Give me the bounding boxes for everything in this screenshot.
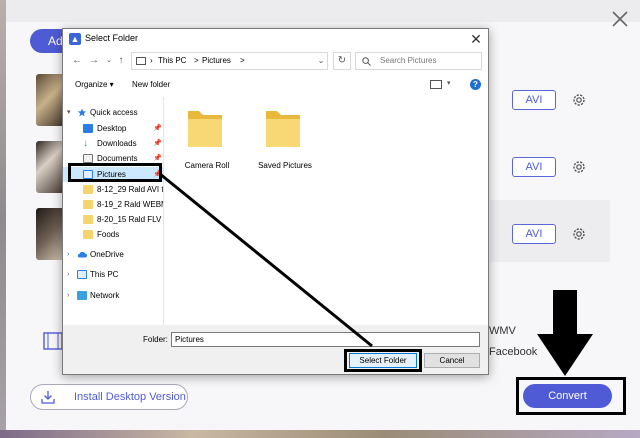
nav-network[interactable]: › Network (63, 288, 163, 303)
folder-icon (83, 200, 93, 209)
output-format-button[interactable]: AVI (512, 224, 556, 244)
folder-label: Camera Roll (184, 161, 230, 170)
folder-label: Saved Pictures (258, 161, 312, 170)
breadcrumb-sep: › (150, 56, 153, 65)
left-thumbnail-strip (0, 0, 6, 438)
navigation-bar: ← → ⌄ ↑ › This PC > Pictures > ⌄ ↻ Searc… (63, 49, 488, 73)
nav-item-folder[interactable]: 8-19_2 Rald WEBM t (63, 197, 163, 212)
gear-icon[interactable] (571, 226, 587, 242)
expand-right-icon[interactable]: › (67, 247, 69, 262)
dialog-footer: Folder: Pictures Select Folder Cancel (63, 325, 488, 374)
pc-icon (77, 270, 87, 279)
help-icon[interactable]: ? (470, 79, 481, 90)
view-dropdown-icon[interactable]: ▾ (447, 79, 451, 87)
nav-label: Network (90, 291, 120, 300)
forward-icon[interactable]: → (88, 55, 100, 67)
cloud-icon (77, 251, 87, 258)
nav-quick-access[interactable]: ▾ Quick access (63, 105, 163, 120)
output-format-button[interactable]: AVI (512, 90, 556, 110)
breadcrumb-this-pc[interactable]: This PC (158, 53, 186, 69)
dialog-toolbar: Organize ▾ New folder ▾ ? (63, 73, 488, 95)
bottom-thumbnail-strip (0, 430, 640, 438)
organize-menu[interactable]: Organize ▾ (75, 80, 114, 89)
output-format-button[interactable]: AVI (512, 157, 556, 177)
folder-saved-pictures[interactable]: Saved Pictures (245, 103, 325, 173)
star-icon (77, 108, 87, 117)
nav-label: Foods (97, 230, 120, 239)
expand-down-icon[interactable]: ▾ (67, 105, 71, 120)
film-icon (43, 332, 63, 350)
folder-camera-roll[interactable]: Camera Roll (167, 103, 247, 173)
network-icon (77, 291, 87, 300)
pc-icon (136, 57, 146, 65)
refresh-icon[interactable]: ↻ (333, 52, 351, 70)
pin-icon: 📌 (153, 140, 162, 147)
up-icon[interactable]: ↑ (115, 55, 127, 67)
new-folder-button[interactable]: New folder (132, 80, 170, 89)
nav-item-folder[interactable]: Foods (63, 227, 163, 242)
select-folder-button[interactable]: Select Folder (349, 353, 417, 368)
search-input[interactable]: Search Pictures (355, 52, 482, 70)
view-icon[interactable] (430, 80, 442, 89)
nav-item-desktop[interactable]: Desktop 📌 (63, 121, 163, 136)
folder-content-area: Camera Roll Saved Pictures (165, 97, 488, 325)
convert-button[interactable]: Convert (523, 384, 612, 408)
folder-field-label: Folder: (143, 335, 168, 344)
nav-label: Downloads (97, 139, 137, 148)
breadcrumb-sep: > (240, 56, 245, 65)
nav-item-downloads[interactable]: ↓ Downloads 📌 (63, 136, 163, 151)
folder-icon (83, 230, 93, 239)
nav-this-pc[interactable]: › This PC (63, 267, 163, 282)
nav-onedrive[interactable]: › OneDrive (63, 247, 163, 262)
pin-icon: 📌 (153, 125, 162, 132)
nav-label: Quick access (90, 108, 138, 117)
gear-icon[interactable] (571, 92, 587, 108)
folder-icon (83, 185, 93, 194)
nav-item-folder[interactable]: 8-20_15 Rald FLV to (63, 212, 164, 227)
back-icon[interactable]: ← (71, 55, 83, 67)
close-icon[interactable]: ✕ (469, 32, 483, 46)
expand-right-icon[interactable]: › (67, 267, 69, 282)
folder-icon (266, 111, 300, 147)
download-icon (41, 391, 55, 404)
breadcrumb-sep: > (194, 56, 199, 65)
nav-label: OneDrive (90, 250, 124, 259)
select-folder-dialog: ▲ Select Folder ✕ ← → ⌄ ↑ › This PC > Pi… (62, 28, 489, 375)
gear-icon[interactable] (571, 159, 587, 175)
nav-label: 8-12_29 Rald AVI to (97, 185, 164, 194)
nav-label: 8-20_15 Rald FLV to (97, 215, 164, 224)
pictures-highlight-frame (68, 163, 162, 182)
expand-right-icon[interactable]: › (67, 288, 69, 303)
output-preset-text: Facebook (489, 346, 538, 358)
breadcrumb-pictures[interactable]: Pictures (202, 53, 231, 69)
nav-label: This PC (90, 270, 119, 279)
folder-name-input[interactable]: Pictures (171, 332, 480, 347)
cancel-button[interactable]: Cancel (424, 353, 480, 368)
nav-label: Desktop (97, 124, 127, 133)
navigation-pane: ▾ Quick access Desktop 📌 ↓ Downloads 📌 D… (63, 97, 164, 325)
dialog-titlebar[interactable]: ▲ Select Folder ✕ (63, 29, 488, 49)
app-top-band (6, 0, 640, 22)
recent-dropdown-icon[interactable]: ⌄ (103, 55, 115, 67)
nav-item-folder[interactable]: 8-12_29 Rald AVI to (63, 182, 164, 197)
downloads-icon: ↓ (83, 138, 88, 149)
app-close-icon[interactable] (610, 9, 630, 29)
app-logo-icon: ▲ (69, 33, 81, 45)
search-icon (362, 57, 371, 66)
address-dropdown-icon[interactable]: ⌄ (314, 52, 328, 70)
output-format-text: WMV (489, 325, 516, 337)
dialog-title: Select Folder (85, 33, 139, 43)
folder-icon (83, 215, 93, 224)
address-bar[interactable]: › This PC > Pictures > (131, 52, 328, 70)
documents-icon (83, 154, 93, 163)
nav-label: 8-19_2 Rald WEBM t (97, 200, 163, 209)
folder-icon (188, 111, 222, 147)
desktop-icon (83, 124, 93, 133)
